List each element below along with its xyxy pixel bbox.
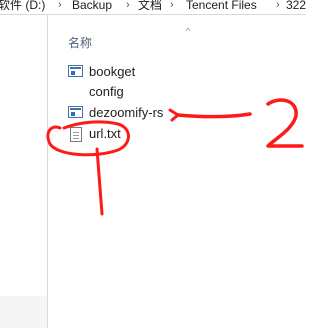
file-name: dezoomify-rs (89, 105, 164, 120)
file-row-dezoomify-rs[interactable]: dezoomify-rs (68, 104, 278, 122)
file-name: config (89, 84, 124, 99)
file-name: bookget (89, 64, 136, 79)
breadcrumb-backup[interactable]: Backup (72, 0, 112, 13)
pane-divider[interactable] (47, 15, 48, 328)
navigation-pane[interactable] (0, 15, 47, 328)
breadcrumb-separator-icon[interactable]: › (170, 0, 174, 13)
file-name: url.txt (89, 126, 121, 141)
file-row-config[interactable]: config (68, 83, 278, 101)
address-bar[interactable]: 软件 (D:) › Backup › 文档 › Tencent Files › … (0, 0, 306, 15)
file-row-url-txt[interactable]: url.txt (68, 125, 278, 143)
annotation-number-1 (95, 147, 104, 216)
breadcrumb-drive[interactable]: 软件 (D:) (0, 0, 45, 13)
breadcrumb-separator-icon[interactable]: › (58, 0, 62, 13)
breadcrumb-separator-icon[interactable]: › (126, 0, 130, 13)
blank-file-icon (68, 85, 84, 99)
text-file-icon (68, 127, 84, 142)
breadcrumb-separator-icon[interactable]: › (276, 0, 280, 13)
application-icon (68, 106, 84, 120)
breadcrumb-folder[interactable]: 322 (286, 0, 306, 13)
breadcrumb-documents[interactable]: 文档 (138, 0, 162, 13)
file-row-bookget[interactable]: bookget (68, 63, 278, 81)
column-header-name[interactable]: 名称 (68, 34, 92, 51)
application-icon (68, 65, 84, 79)
breadcrumb-tencent-files[interactable]: Tencent Files (186, 0, 257, 13)
navigation-pane-footer (0, 296, 47, 328)
sort-ascending-icon: ^ (186, 26, 191, 36)
